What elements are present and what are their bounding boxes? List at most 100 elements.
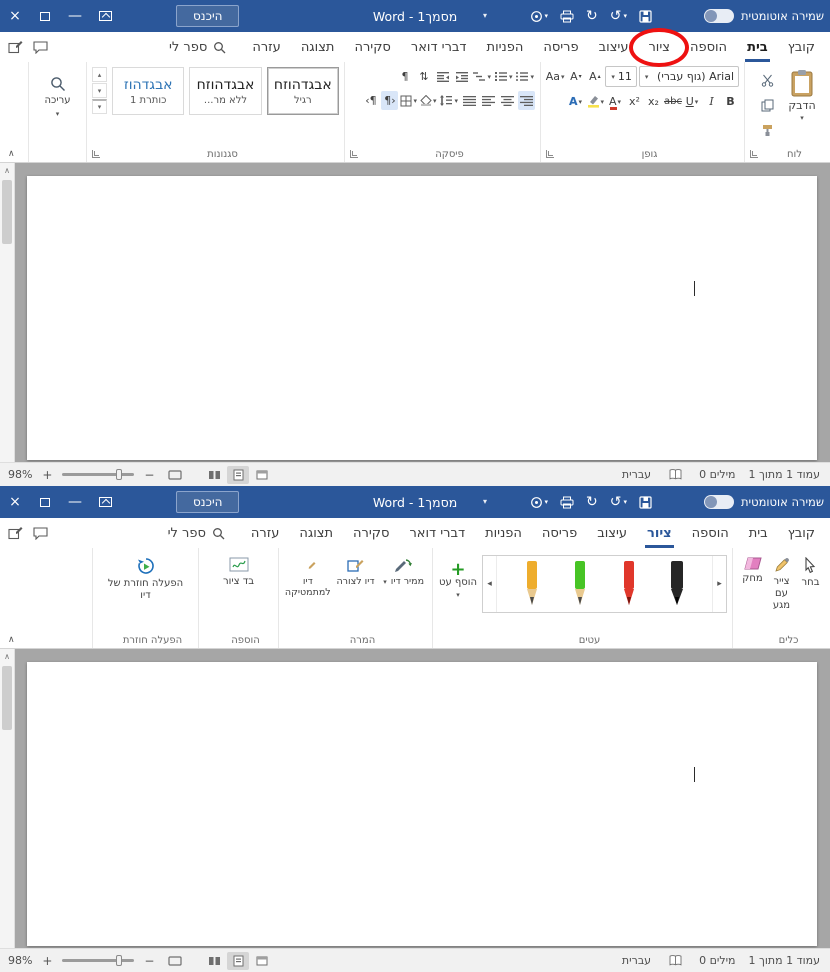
- format-painter-button[interactable]: [759, 121, 776, 140]
- ribbon-display-options-button[interactable]: [90, 486, 120, 518]
- focus-mode-button[interactable]: [164, 952, 186, 970]
- zoom-out-button[interactable]: −: [143, 954, 155, 968]
- print-layout-button[interactable]: [227, 951, 250, 970]
- word-count[interactable]: 0 מילים: [699, 954, 735, 967]
- share-button[interactable]: [8, 526, 23, 540]
- close-button[interactable]: ×: [0, 486, 30, 518]
- quick-print-button[interactable]: [560, 10, 574, 23]
- close-button[interactable]: ×: [0, 0, 30, 32]
- tab-mailings[interactable]: דברי דואר: [399, 518, 475, 548]
- shading-button[interactable]: ▾: [420, 91, 438, 110]
- text-highlight-button[interactable]: ▾: [587, 92, 606, 111]
- multilevel-list-button[interactable]: ▾: [472, 67, 492, 86]
- ink-converter-button[interactable]: ממיר דיו ▾: [379, 552, 427, 587]
- zoom-in-button[interactable]: +: [41, 468, 53, 482]
- zoom-slider-thumb[interactable]: [116, 469, 123, 480]
- maximize-button[interactable]: [30, 486, 60, 518]
- numbering-button[interactable]: ▾: [494, 67, 514, 86]
- undo-button[interactable]: ↺ ▾: [610, 9, 627, 23]
- collapse-ribbon-button[interactable]: ∧: [8, 635, 15, 645]
- line-spacing-button[interactable]: ▾: [439, 91, 459, 110]
- bold-button[interactable]: B: [722, 92, 739, 111]
- web-layout-button[interactable]: [251, 952, 273, 970]
- tab-file[interactable]: קובץ: [778, 518, 825, 548]
- collapse-ribbon-button[interactable]: ∧: [8, 149, 15, 159]
- tab-insert[interactable]: הוספה: [682, 518, 739, 548]
- styles-scroll-up-button[interactable]: ▴: [92, 67, 108, 82]
- zoom-out-button[interactable]: −: [143, 468, 155, 482]
- read-mode-button[interactable]: [203, 466, 225, 484]
- sort-button[interactable]: ⇅: [415, 67, 432, 86]
- comments-button[interactable]: [33, 526, 48, 540]
- read-mode-button[interactable]: [203, 952, 225, 970]
- ink-to-shape-button[interactable]: דיו לצורה: [332, 552, 380, 587]
- styles-more-button[interactable]: ▾: [92, 99, 108, 114]
- borders-button[interactable]: ▾: [400, 91, 418, 110]
- font-size-select[interactable]: 11 ▾: [605, 66, 637, 87]
- font-color-button[interactable]: A ▾: [607, 92, 624, 111]
- save-button[interactable]: [639, 495, 652, 509]
- scroll-up-icon[interactable]: ∧: [0, 163, 14, 178]
- search-dropdown-icon[interactable]: ▾: [483, 497, 487, 506]
- document-page[interactable]: [27, 176, 817, 460]
- text-effects-button[interactable]: A ▾: [568, 92, 585, 111]
- paste-button[interactable]: הדבק ▾: [779, 66, 825, 122]
- increase-indent-button[interactable]: [434, 67, 451, 86]
- redo-button[interactable]: ↻: [586, 495, 598, 509]
- tab-file[interactable]: קובץ: [778, 32, 825, 62]
- tab-layout[interactable]: פריסה: [532, 518, 587, 548]
- grow-font-button[interactable]: A ▴: [586, 67, 603, 86]
- ltr-text-direction-button[interactable]: ‹¶: [362, 91, 379, 110]
- vertical-scrollbar[interactable]: ∧: [0, 649, 15, 948]
- ink-replay-button[interactable]: הפעלה חוזרת של דיו: [98, 552, 193, 602]
- proofing-button[interactable]: [664, 952, 686, 970]
- gallery-scroll-right-button[interactable]: ▸: [712, 556, 726, 612]
- minimize-button[interactable]: —: [60, 486, 90, 518]
- tab-design[interactable]: עיצוב: [589, 32, 639, 62]
- align-left-button[interactable]: [480, 91, 497, 110]
- tab-references[interactable]: הפניות: [477, 32, 534, 62]
- superscript-button[interactable]: x²: [626, 92, 643, 111]
- signin-button[interactable]: היכנס: [176, 5, 240, 27]
- justify-button[interactable]: [461, 91, 478, 110]
- styles-scroll-down-button[interactable]: ▾: [92, 83, 108, 98]
- word-count[interactable]: 0 מילים: [699, 468, 735, 481]
- pen-red-pen[interactable]: [616, 559, 642, 609]
- zoom-level[interactable]: 98%: [8, 954, 32, 967]
- ink-to-math-button[interactable]: π דיו למתמטיקה: [284, 552, 332, 599]
- zoom-in-button[interactable]: +: [41, 954, 53, 968]
- document-page[interactable]: [27, 662, 817, 946]
- minimize-button[interactable]: —: [60, 0, 90, 32]
- editing-button[interactable]: עריכה ▾: [45, 71, 70, 146]
- page-indicator[interactable]: עמוד 1 מתוך 1: [749, 954, 820, 967]
- quick-print-button[interactable]: [560, 496, 574, 509]
- vertical-scrollbar[interactable]: ∧: [0, 163, 15, 462]
- align-right-button[interactable]: [518, 91, 535, 110]
- ribbon-display-options-button[interactable]: [90, 0, 120, 32]
- tab-help[interactable]: עזרה: [242, 32, 290, 62]
- web-layout-button[interactable]: [251, 466, 273, 484]
- share-button[interactable]: [8, 40, 23, 54]
- proofing-button[interactable]: [664, 466, 686, 484]
- language-indicator[interactable]: עברית: [622, 468, 651, 481]
- language-indicator[interactable]: עברית: [622, 954, 651, 967]
- draw-with-touch-button[interactable]: צייר עם מגע: [767, 552, 796, 612]
- tab-insert[interactable]: הוספה: [680, 32, 737, 62]
- italic-button[interactable]: I: [703, 92, 720, 111]
- pen-black-pen[interactable]: [664, 559, 690, 609]
- scrollbar-thumb[interactable]: [2, 666, 12, 730]
- tab-mailings[interactable]: דברי דואר: [401, 32, 477, 62]
- strikethrough-button[interactable]: abc: [664, 92, 682, 111]
- bullets-button[interactable]: ▾: [515, 67, 535, 86]
- gallery-scroll-left-button[interactable]: ◂: [483, 556, 497, 612]
- show-formatting-marks-button[interactable]: ¶: [396, 67, 413, 86]
- focus-mode-button[interactable]: [164, 466, 186, 484]
- pen-green-pencil[interactable]: [567, 559, 593, 609]
- font-dialog-launcher[interactable]: [546, 150, 554, 158]
- page-indicator[interactable]: עמוד 1 מתוך 1: [749, 468, 820, 481]
- tell-me-search[interactable]: ספר לי: [169, 32, 226, 62]
- tell-me-search[interactable]: ספר לי: [168, 518, 225, 548]
- eraser-button[interactable]: מחק: [738, 552, 767, 585]
- styles-dialog-launcher[interactable]: [92, 150, 100, 158]
- undo-button[interactable]: ↺ ▾: [610, 495, 627, 509]
